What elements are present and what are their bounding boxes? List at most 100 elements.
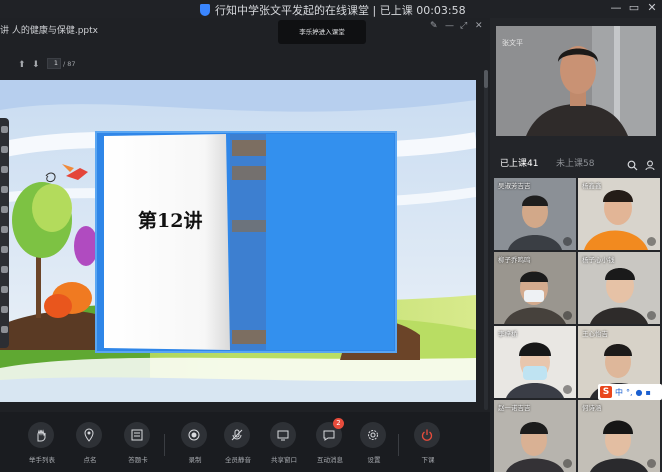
next-page-icon[interactable]: ⬇ bbox=[32, 60, 40, 70]
book-title: 第12讲 bbox=[138, 210, 203, 232]
toolbar-divider bbox=[398, 434, 399, 456]
student-tile[interactable]: 杨鑫鑫 bbox=[578, 178, 660, 250]
eraser-icon[interactable] bbox=[1, 206, 8, 213]
student-name: 赵一诺吉吉 bbox=[498, 404, 531, 412]
more-tools-icon[interactable] bbox=[1, 326, 8, 333]
ime-menu-icon[interactable]: ▪ bbox=[646, 388, 651, 397]
page-total: / 87 bbox=[63, 60, 76, 68]
participants-panel: 张文平 已上课41 未上课58 吴淑芳吉吉 杨鑫鑫 柳子乔鸣鸣 杨子心小钱 李梓… bbox=[490, 18, 662, 472]
expand-icon[interactable]: ⤢ bbox=[460, 21, 467, 31]
mute-all-label: 全员静音 bbox=[225, 456, 251, 464]
bottom-toolbar: 举手列表 点名 答题卡 录制 全员静音 共享窗口 2 互动消息 设置 下课 bbox=[0, 412, 490, 472]
minimize-doc-icon[interactable]: — bbox=[445, 21, 454, 31]
student-tile[interactable]: 何诗涵 bbox=[578, 400, 660, 472]
mic-icon bbox=[563, 385, 572, 394]
settings-label: 设置 bbox=[367, 456, 381, 464]
student-name: 吴淑芳吉吉 bbox=[498, 182, 531, 190]
record-icon bbox=[181, 422, 207, 448]
hand-raise-list-label: 举手列表 bbox=[29, 456, 55, 464]
teacher-video[interactable]: 张文平 bbox=[496, 26, 656, 136]
answer-card-label: 答题卡 bbox=[128, 456, 148, 464]
undo-icon[interactable] bbox=[1, 246, 8, 253]
classroom-window: 行知中学张文平发起的在线课堂 | 已上课 00:03:58 — ▭ ✕ 讲 人的… bbox=[0, 0, 662, 472]
record-button[interactable]: 录制 bbox=[175, 422, 215, 468]
student-tile[interactable]: 杨子心小钱 bbox=[578, 252, 660, 324]
redo-icon[interactable] bbox=[1, 266, 8, 273]
minimize-button[interactable]: — bbox=[608, 1, 624, 14]
window-title: 行知中学张文平发起的在线课堂 | 已上课 00:03:58 bbox=[215, 4, 466, 17]
student-name: 杨鑫鑫 bbox=[582, 182, 602, 190]
end-class-button[interactable]: 下课 bbox=[408, 422, 448, 468]
mute-icon bbox=[224, 422, 250, 448]
slide-illustration bbox=[0, 80, 476, 402]
tab-not-joined[interactable]: 未上课58 bbox=[556, 156, 594, 169]
student-tile[interactable]: 赵一诺吉吉 bbox=[494, 400, 576, 472]
student-tile[interactable]: 柳子乔鸣鸣 bbox=[494, 252, 576, 324]
slide bbox=[0, 80, 476, 402]
mute-all-button[interactable]: 全员静音 bbox=[218, 422, 258, 468]
title-bar: 行知中学张文平发起的在线课堂 | 已上课 00:03:58 — ▭ ✕ bbox=[0, 0, 662, 18]
tab-joined[interactable]: 已上课41 bbox=[500, 156, 538, 169]
restore-button[interactable]: ▭ bbox=[626, 1, 642, 14]
hand-icon bbox=[28, 422, 54, 448]
student-name: 柳子乔鸣鸣 bbox=[498, 256, 531, 264]
file-name: 讲 人的健康与保健.pptx bbox=[0, 26, 99, 36]
title-center: 行知中学张文平发起的在线课堂 | 已上课 00:03:58 bbox=[200, 2, 466, 18]
student-name: 李梓桥 bbox=[498, 330, 518, 338]
laser-icon[interactable] bbox=[1, 226, 8, 233]
scrollbar[interactable] bbox=[484, 70, 488, 410]
ime-mode[interactable]: 中 bbox=[615, 387, 623, 398]
location-icon bbox=[76, 422, 102, 448]
close-doc-icon[interactable]: ✕ bbox=[475, 21, 483, 31]
pen-tool-icon[interactable] bbox=[1, 146, 8, 153]
ime-toolbar[interactable]: S 中 °, ● ▪ bbox=[598, 384, 662, 400]
pointer-icon[interactable] bbox=[1, 126, 8, 133]
student-name: 何诗涵 bbox=[582, 404, 602, 412]
message-badge: 2 bbox=[333, 418, 344, 429]
mic-icon bbox=[647, 311, 656, 320]
student-tile[interactable]: 吴淑芳吉吉 bbox=[494, 178, 576, 250]
gear-icon bbox=[360, 422, 386, 448]
student-tile[interactable]: 李梓桥 bbox=[494, 326, 576, 398]
page-input[interactable]: 1 bbox=[47, 58, 61, 69]
presentation-area: 讲 人的健康与保健.pptx ✎ — ⤢ ✕ ⬆ ⬇ 1 / 87 第12讲 bbox=[0, 18, 490, 412]
close-button[interactable]: ✕ bbox=[644, 1, 660, 14]
mic-icon bbox=[647, 237, 656, 246]
student-name: 杨子心小钱 bbox=[582, 256, 615, 264]
share-window-button[interactable]: 共享窗口 bbox=[264, 422, 304, 468]
page-nav: ⬆ ⬇ 1 / 87 bbox=[0, 38, 490, 70]
toolbar-divider bbox=[164, 434, 165, 456]
shape-icon[interactable] bbox=[1, 166, 8, 173]
roll-call-label: 点名 bbox=[83, 456, 97, 464]
join-notification: 李乐婷进入课堂 bbox=[278, 20, 366, 44]
punctuation-icon[interactable]: °, bbox=[626, 388, 633, 397]
user-settings-icon[interactable] bbox=[645, 156, 656, 175]
ime-mic-icon[interactable]: ● bbox=[636, 388, 643, 397]
messages-button[interactable]: 2 互动消息 bbox=[310, 418, 350, 468]
text-tool-icon[interactable] bbox=[1, 186, 8, 193]
left-toolbar bbox=[0, 118, 9, 348]
hand-raise-list-button[interactable]: 举手列表 bbox=[22, 422, 62, 468]
answer-card-button[interactable]: 答题卡 bbox=[118, 422, 158, 468]
mic-icon bbox=[647, 459, 656, 468]
pen-icon[interactable]: ✎ bbox=[430, 21, 438, 31]
prev-page-icon[interactable]: ⬆ bbox=[18, 60, 26, 70]
card-icon bbox=[124, 422, 150, 448]
roll-call-button[interactable]: 点名 bbox=[70, 422, 110, 468]
teacher-name: 张文平 bbox=[502, 39, 523, 47]
power-icon bbox=[414, 422, 440, 448]
end-class-label: 下课 bbox=[421, 456, 435, 464]
scroll-thumb[interactable] bbox=[484, 70, 488, 88]
color-icon[interactable] bbox=[1, 286, 8, 293]
search-icon[interactable] bbox=[627, 156, 638, 175]
file-bar: 讲 人的健康与保健.pptx ✎ — ⤢ ✕ bbox=[0, 18, 490, 38]
ime-logo: S bbox=[600, 386, 612, 398]
screen-icon bbox=[270, 422, 296, 448]
clear-icon[interactable] bbox=[1, 306, 8, 313]
shield-icon bbox=[200, 4, 210, 16]
student-name: 王心怡吉 bbox=[582, 330, 608, 338]
mic-icon bbox=[563, 459, 572, 468]
mic-icon bbox=[563, 311, 572, 320]
settings-button[interactable]: 设置 bbox=[354, 422, 394, 468]
mic-icon bbox=[563, 237, 572, 246]
